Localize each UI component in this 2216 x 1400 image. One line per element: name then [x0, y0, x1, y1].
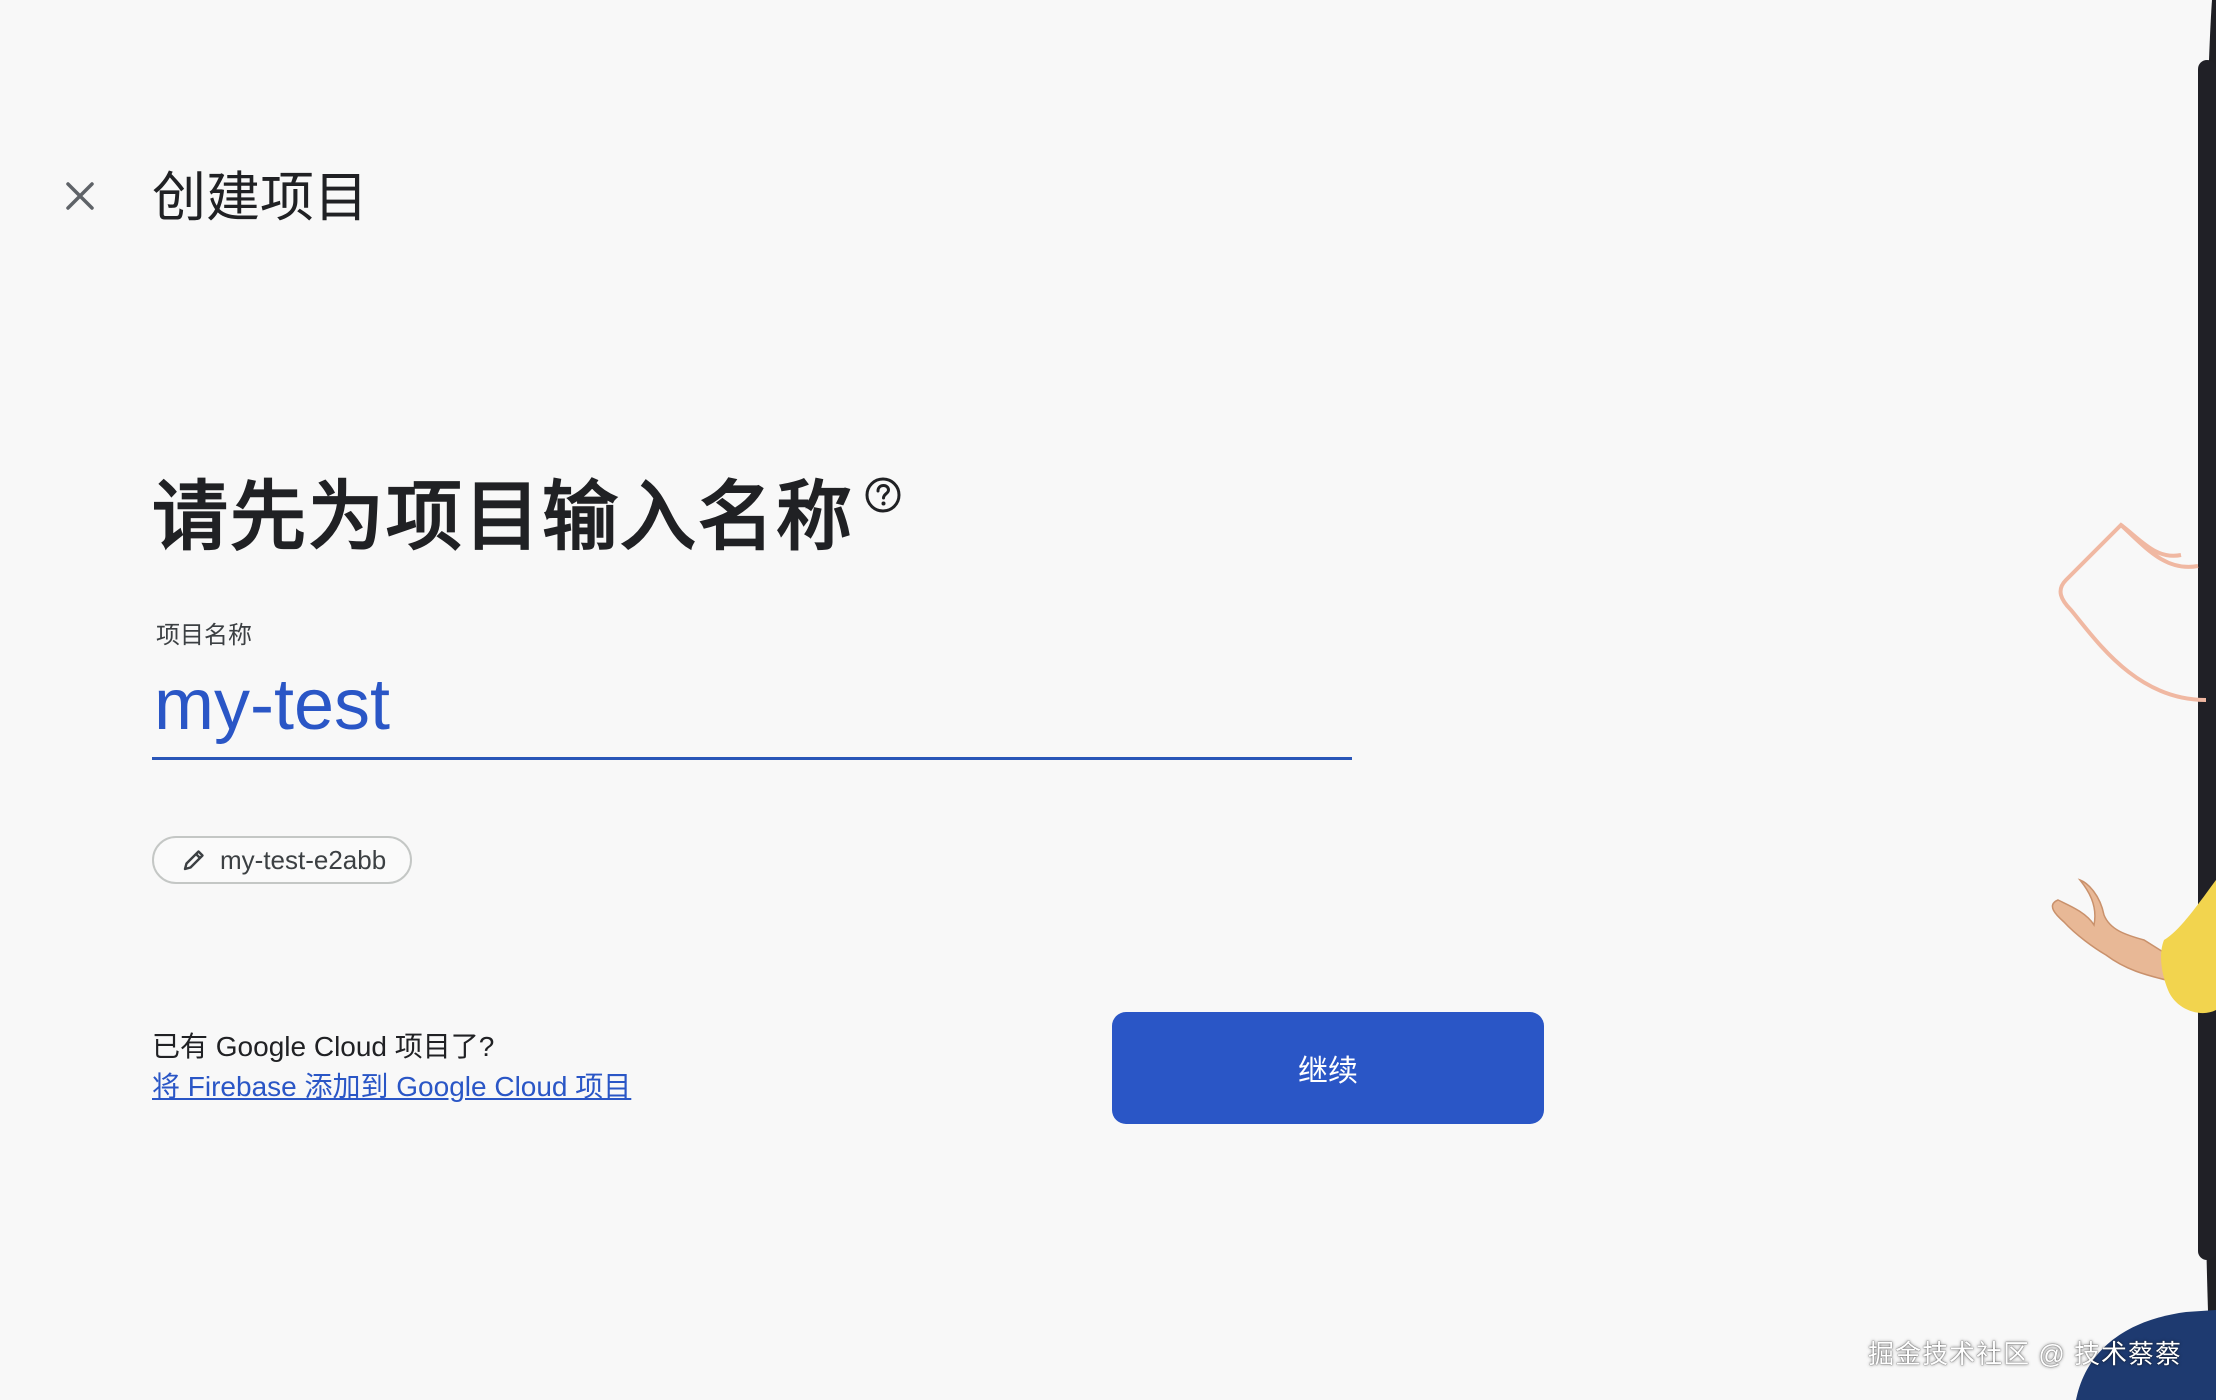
heading-text: 请先为项目输入名称: [152, 475, 854, 560]
close-button[interactable]: [52, 168, 108, 224]
project-id-chip[interactable]: my-test-e2abb: [152, 836, 413, 884]
close-icon: [66, 182, 94, 210]
existing-project-question: 已有 Google Cloud 项目了?: [152, 1031, 495, 1062]
watermark: 掘金技术社区 @ 技术蔡蔡: [1868, 1339, 2182, 1369]
decorative-illustration: [1976, 0, 2216, 1400]
name-heading: 请先为项目输入名称: [152, 472, 902, 564]
illustration-art: [2051, 0, 2216, 1400]
create-project-page: 创建项目 请先为项目输入名称 项目名称 my-test-e2abb 已有 Goo…: [0, 0, 2216, 1400]
add-firebase-to-gcp-link[interactable]: 将 Firebase 添加到 Google Cloud 项目: [152, 1070, 631, 1104]
project-name-label: 项目名称: [156, 622, 252, 649]
continue-button[interactable]: 继续: [1112, 1012, 1544, 1124]
project-name-input[interactable]: [152, 660, 1352, 760]
project-id-text: my-test-e2abb: [220, 844, 387, 875]
help-circle-icon[interactable]: [864, 476, 902, 514]
page-title: 创建项目: [152, 168, 368, 228]
pencil-icon: [183, 850, 204, 871]
